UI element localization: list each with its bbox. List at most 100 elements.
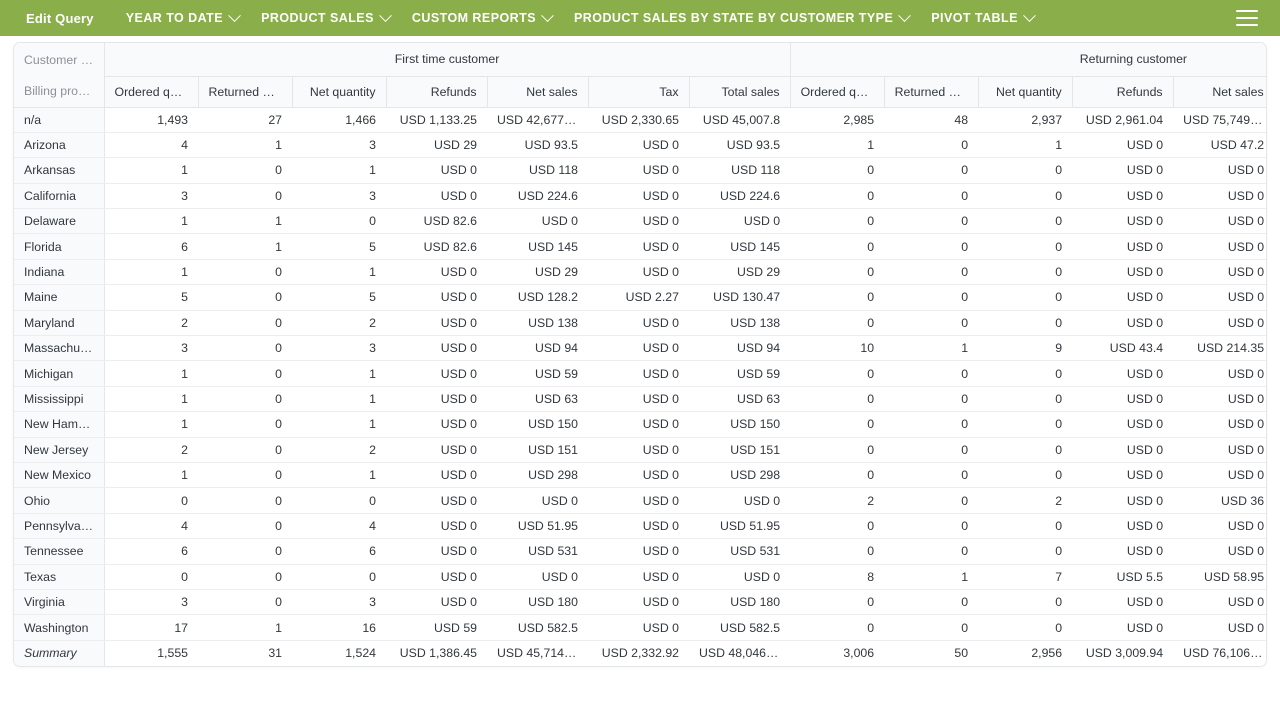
- cell-first-ordered-quantity: 4: [104, 132, 198, 157]
- table-row: Pennsylvania404USD 0USD 51.95USD 0USD 51…: [14, 513, 1266, 538]
- row-province-label: n/a: [14, 107, 104, 132]
- cell-returning-net-quantity: 0: [978, 615, 1072, 640]
- column-header-returned-quantity-first[interactable]: Returned quantity: [198, 76, 292, 107]
- cell-returning-returned-quantity: 0: [884, 183, 978, 208]
- row-province-label: Maryland: [14, 310, 104, 335]
- cell-returning-ordered-quantity: 1: [790, 132, 884, 157]
- row-province-label: Ohio: [14, 488, 104, 513]
- chevron-down-icon: [541, 9, 554, 22]
- table-row: Washington17116USD 59USD 582.5USD 0USD 5…: [14, 615, 1266, 640]
- column-header-net-quantity-first[interactable]: Net quantity: [292, 76, 386, 107]
- app-toolbar: Edit Query YEAR TO DATE PRODUCT SALES CUST…: [0, 0, 1280, 36]
- cell-first-net-sales: USD 0: [487, 209, 588, 234]
- cell-first-net-quantity: 3: [292, 589, 386, 614]
- cell-first-returned-quantity: 0: [198, 412, 292, 437]
- cell-first-refunds: USD 0: [386, 589, 487, 614]
- toolbar-menu-pivot-table[interactable]: PIVOT TABLE: [931, 11, 1034, 25]
- chevron-down-icon: [228, 9, 241, 22]
- row-province-label: Virginia: [14, 589, 104, 614]
- cell-first-returned-quantity: 0: [198, 513, 292, 538]
- cell-first-returned-quantity: 27: [198, 107, 292, 132]
- cell-first-refunds: USD 1,386.45: [386, 640, 487, 665]
- edit-query-button[interactable]: Edit Query: [16, 11, 104, 26]
- row-province-label: Texas: [14, 564, 104, 589]
- row-province-label: Arkansas: [14, 158, 104, 183]
- cell-returning-returned-quantity: 0: [884, 158, 978, 183]
- cell-first-tax: USD 2,330.65: [588, 107, 689, 132]
- column-header-net-sales-first[interactable]: Net sales: [487, 76, 588, 107]
- cell-returning-net-sales: USD 0: [1173, 437, 1266, 462]
- cell-first-refunds: USD 0: [386, 285, 487, 310]
- cell-first-net-sales: USD 59: [487, 361, 588, 386]
- column-header-refunds-first[interactable]: Refunds: [386, 76, 487, 107]
- table-row: Delaware110USD 82.6USD 0USD 0USD 0000USD…: [14, 209, 1266, 234]
- cell-first-refunds: USD 0: [386, 462, 487, 487]
- pivot-table: Customer typeFirst time customerReturnin…: [14, 43, 1266, 666]
- row-province-label: California: [14, 183, 104, 208]
- cell-returning-ordered-quantity: 0: [790, 386, 884, 411]
- hamburger-icon[interactable]: [1236, 10, 1258, 26]
- column-header-returned-quantity-returning[interactable]: Returned quantity: [884, 76, 978, 107]
- column-header-tax-first[interactable]: Tax: [588, 76, 689, 107]
- cell-first-net-quantity: 2: [292, 437, 386, 462]
- cell-first-refunds: USD 0: [386, 513, 487, 538]
- toolbar-menu-product-sales[interactable]: PRODUCT SALES: [261, 11, 390, 25]
- table-row: Mississippi101USD 0USD 63USD 0USD 63000U…: [14, 386, 1266, 411]
- cell-returning-refunds: USD 0: [1072, 615, 1173, 640]
- cell-returning-ordered-quantity: 3,006: [790, 640, 884, 665]
- cell-first-ordered-quantity: 6: [104, 539, 198, 564]
- column-header-ordered-quantity-returning[interactable]: Ordered quantity: [790, 76, 884, 107]
- cell-returning-ordered-quantity: 0: [790, 183, 884, 208]
- cell-returning-net-sales: USD 0: [1173, 615, 1266, 640]
- cell-first-returned-quantity: 0: [198, 285, 292, 310]
- cell-returning-refunds: USD 0: [1072, 158, 1173, 183]
- cell-returning-net-quantity: 0: [978, 285, 1072, 310]
- row-province-label: Mississippi: [14, 386, 104, 411]
- column-header-net-quantity-returning[interactable]: Net quantity: [978, 76, 1072, 107]
- cell-returning-net-sales: USD 0: [1173, 209, 1266, 234]
- cell-returning-net-sales: USD 0: [1173, 158, 1266, 183]
- cell-returning-refunds: USD 0: [1072, 488, 1173, 513]
- cell-first-net-quantity: 3: [292, 336, 386, 361]
- toolbar-menu-product-sales-by-state-by-customer-type[interactable]: PRODUCT SALES BY STATE BY CUSTOMER TYPE: [574, 11, 909, 25]
- column-header-total-sales-first[interactable]: Total sales: [689, 76, 790, 107]
- column-header-refunds-returning[interactable]: Refunds: [1072, 76, 1173, 107]
- cell-first-tax: USD 0: [588, 437, 689, 462]
- row-province-label: Pennsylvania: [14, 513, 104, 538]
- cell-first-total-sales: USD 224.6: [689, 183, 790, 208]
- cell-first-net-sales: USD 51.95: [487, 513, 588, 538]
- cell-returning-ordered-quantity: 2,985: [790, 107, 884, 132]
- cell-returning-refunds: USD 43.4: [1072, 336, 1173, 361]
- cell-first-ordered-quantity: 5: [104, 285, 198, 310]
- cell-first-net-quantity: 16: [292, 615, 386, 640]
- column-header-net-sales-returning[interactable]: Net sales: [1173, 76, 1266, 107]
- column-header-ordered-quantity-first[interactable]: Ordered quantity: [104, 76, 198, 107]
- row-province-label: Arizona: [14, 132, 104, 157]
- cell-first-net-sales: USD 42,677.37: [487, 107, 588, 132]
- cell-first-returned-quantity: 0: [198, 437, 292, 462]
- cell-first-net-sales: USD 582.5: [487, 615, 588, 640]
- cell-first-net-sales: USD 0: [487, 488, 588, 513]
- toolbar-menu-year-to-date[interactable]: YEAR TO DATE: [126, 11, 239, 25]
- cell-first-ordered-quantity: 2: [104, 310, 198, 335]
- table-row: Indiana101USD 0USD 29USD 0USD 29000USD 0…: [14, 259, 1266, 284]
- toolbar-menu-custom-reports[interactable]: CUSTOM REPORTS: [412, 11, 552, 25]
- cell-first-total-sales: USD 298: [689, 462, 790, 487]
- cell-returning-returned-quantity: 0: [884, 386, 978, 411]
- cell-returning-net-sales: USD 0: [1173, 412, 1266, 437]
- cell-returning-net-sales: USD 0: [1173, 589, 1266, 614]
- cell-first-returned-quantity: 0: [198, 183, 292, 208]
- cell-first-tax: USD 0: [588, 615, 689, 640]
- cell-returning-net-quantity: 9: [978, 336, 1072, 361]
- cell-returning-ordered-quantity: 0: [790, 513, 884, 538]
- row-province-label: New Hampshire: [14, 412, 104, 437]
- cell-returning-refunds: USD 0: [1072, 539, 1173, 564]
- cell-first-ordered-quantity: 3: [104, 183, 198, 208]
- cell-first-tax: USD 0: [588, 488, 689, 513]
- cell-first-ordered-quantity: 1,493: [104, 107, 198, 132]
- cell-first-refunds: USD 82.6: [386, 209, 487, 234]
- row-province-label: Washington: [14, 615, 104, 640]
- cell-returning-net-sales: USD 214.35: [1173, 336, 1266, 361]
- cell-first-net-quantity: 0: [292, 564, 386, 589]
- cell-first-tax: USD 0: [588, 412, 689, 437]
